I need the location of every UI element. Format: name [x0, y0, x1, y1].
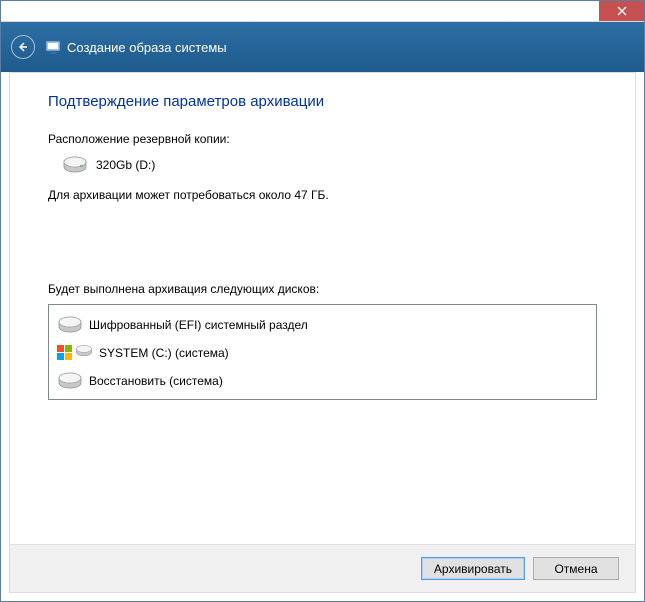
wizard-title: Создание образа системы [67, 40, 227, 55]
app-icon [45, 39, 61, 55]
wizard-window: Создание образа системы Подтверждение па… [0, 0, 645, 602]
back-arrow-icon [17, 41, 29, 53]
space-required-text: Для архивации может потребоваться около … [48, 188, 597, 202]
disks-list: Шифрованный (EFI) системный раздел [48, 304, 597, 400]
page-title: Подтверждение параметров архивации [48, 93, 597, 110]
back-button[interactable] [11, 35, 35, 59]
list-item: Восстановить (система) [57, 367, 588, 395]
close-button[interactable] [599, 1, 644, 21]
close-icon [617, 6, 627, 16]
titlebar [1, 1, 644, 22]
list-item: Шифрованный (EFI) системный раздел [57, 311, 588, 339]
button-bar: Архивировать Отмена [10, 544, 635, 592]
cancel-button[interactable]: Отмена [533, 557, 619, 580]
windows-logo-icon [57, 345, 73, 361]
hard-drive-icon [62, 156, 88, 174]
wizard-header: Создание образа системы [1, 22, 644, 72]
hard-drive-icon [57, 316, 83, 334]
disk-label: SYSTEM (C:) (система) [99, 346, 229, 360]
list-item: SYSTEM (C:) (система) [57, 339, 588, 367]
archive-button[interactable]: Архивировать [421, 557, 525, 580]
hard-drive-icon [57, 372, 83, 390]
content-panel: Подтверждение параметров архивации Распо… [9, 72, 636, 593]
hard-drive-icon [75, 344, 93, 362]
backup-location-label: Расположение резервной копии: [48, 132, 597, 146]
disks-list-label: Будет выполнена архивация следующих диск… [48, 282, 597, 296]
backup-destination: 320Gb (D:) [62, 156, 597, 174]
disk-label: Восстановить (система) [89, 374, 223, 388]
destination-text: 320Gb (D:) [96, 158, 155, 172]
disk-label: Шифрованный (EFI) системный раздел [89, 318, 308, 332]
